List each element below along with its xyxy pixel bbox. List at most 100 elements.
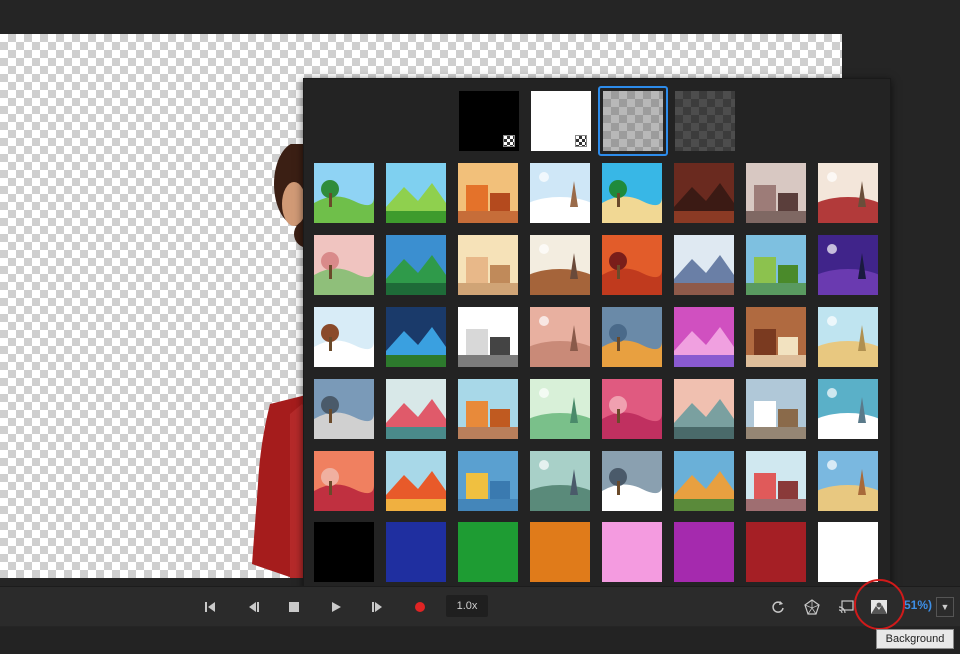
scene-thumbnail: [602, 451, 662, 511]
background-tooltip: Background: [876, 629, 954, 649]
solid-color-option[interactable]: [530, 522, 590, 582]
cast-icon[interactable]: [836, 597, 856, 617]
transparent-dark-option[interactable]: [675, 91, 735, 151]
scene-thumbnail: [314, 307, 374, 367]
scene-thumbnail: [818, 307, 878, 367]
scene-snow-cabin[interactable]: [314, 307, 374, 367]
background-picker-panel: [303, 78, 891, 590]
scene-snow-mountains[interactable]: [818, 379, 878, 439]
scene-winter-park[interactable]: [530, 163, 590, 223]
solid-color-option[interactable]: [386, 522, 446, 582]
white-background-option[interactable]: [531, 91, 591, 151]
scene-green-hills[interactable]: [746, 235, 806, 295]
scene-photo-studio[interactable]: [458, 307, 518, 367]
scene-thumbnail: [458, 451, 518, 511]
scene-harbor-boat[interactable]: [314, 379, 374, 439]
step-forward-icon[interactable]: [368, 597, 388, 617]
scene-living-room[interactable]: [530, 235, 590, 295]
scene-office-desk[interactable]: [674, 235, 734, 295]
scene-pine-valley[interactable]: [386, 235, 446, 295]
scene-thumbnail: [386, 235, 446, 295]
scene-thumbnail: [602, 379, 662, 439]
scene-thumbnail: [530, 163, 590, 223]
background-type-row: [304, 79, 890, 156]
zoom-level: 51%): [904, 598, 933, 612]
scene-city-autumn[interactable]: [602, 307, 662, 367]
highlight-circle: [854, 579, 905, 630]
scene-rocky-cave[interactable]: [674, 163, 734, 223]
scene-thumbnail: [602, 235, 662, 295]
scene-thumbnail: [458, 379, 518, 439]
scene-brick-cafe[interactable]: [818, 163, 878, 223]
scene-thumbnail: [674, 235, 734, 295]
scene-thumbnail: [602, 163, 662, 223]
scene-pink-dreamscape[interactable]: [674, 307, 734, 367]
scene-thumbnail: [674, 451, 734, 511]
scene-cherry-tree[interactable]: [386, 379, 446, 439]
scene-thumbnail: [818, 451, 878, 511]
solid-color-option[interactable]: [314, 522, 374, 582]
scene-thumbnail: [674, 379, 734, 439]
scene-river-town[interactable]: [458, 451, 518, 511]
scene-mesa-desert[interactable]: [458, 379, 518, 439]
scene-coastal-tree[interactable]: [674, 379, 734, 439]
solid-color-option[interactable]: [602, 522, 662, 582]
scene-road-valley[interactable]: [530, 451, 590, 511]
scene-thumbnail: [746, 163, 806, 223]
step-back-icon[interactable]: [243, 597, 263, 617]
scene-thumbnail: [674, 163, 734, 223]
stop-icon[interactable]: [284, 597, 304, 617]
scene-farmhouse[interactable]: [818, 451, 878, 511]
record-icon[interactable]: [410, 597, 430, 617]
scene-forest-path[interactable]: [314, 163, 374, 223]
scene-thumbnail: [386, 307, 446, 367]
scene-bamboo-garden[interactable]: [314, 235, 374, 295]
playback-toolbar: 1.0x 51%) ▼: [0, 586, 960, 626]
scene-night-city[interactable]: [818, 235, 878, 295]
transparency-icon: [503, 135, 515, 147]
scene-stadium-lights[interactable]: [386, 307, 446, 367]
solid-color-option[interactable]: [746, 522, 806, 582]
scene-thumbnail: [314, 379, 374, 439]
scene-meadow-trees[interactable]: [386, 163, 446, 223]
scene-thumbnail: [818, 235, 878, 295]
scene-thumbnail: [386, 163, 446, 223]
scene-coral-reef[interactable]: [746, 451, 806, 511]
scene-thumbnail: [602, 307, 662, 367]
scene-red-hills[interactable]: [314, 451, 374, 511]
scene-thumbnail: [530, 307, 590, 367]
wireframe-icon[interactable]: [802, 597, 822, 617]
solid-color-option[interactable]: [818, 522, 878, 582]
scene-autumn-park[interactable]: [458, 163, 518, 223]
refresh-icon[interactable]: [768, 597, 788, 617]
solid-color-option[interactable]: [458, 522, 518, 582]
scene-playground[interactable]: [386, 451, 446, 511]
scene-old-ship[interactable]: [602, 451, 662, 511]
playback-speed-field[interactable]: 1.0x: [446, 595, 488, 617]
app-root: { "colors": { "accent": "#2d8ceb", "high…: [0, 0, 960, 654]
zoom-dropdown-icon[interactable]: ▼: [936, 597, 954, 617]
scene-tropical-island[interactable]: [602, 163, 662, 223]
scene-lighthouse[interactable]: [746, 379, 806, 439]
scene-thumbnail: [458, 235, 518, 295]
scene-thumbnail: [314, 163, 374, 223]
scene-pink-clouds[interactable]: [602, 379, 662, 439]
scene-thumbnail: [530, 451, 590, 511]
solid-color-option[interactable]: [674, 522, 734, 582]
scene-red-canyon[interactable]: [602, 235, 662, 295]
transparent-light-option[interactable]: [603, 91, 663, 151]
scene-thumbnail: [746, 307, 806, 367]
black-background-option[interactable]: [459, 91, 519, 151]
scene-thumbnail: [386, 451, 446, 511]
play-icon[interactable]: [326, 597, 346, 617]
skip-to-start-icon[interactable]: [200, 597, 220, 617]
scene-wooden-wall[interactable]: [746, 307, 806, 367]
scene-desert-cactus[interactable]: [818, 307, 878, 367]
scene-old-house[interactable]: [746, 163, 806, 223]
scene-thumbnail: [386, 379, 446, 439]
scene-arch-room[interactable]: [530, 307, 590, 367]
scene-room-interior[interactable]: [458, 235, 518, 295]
scene-thumbnail: [818, 379, 878, 439]
scene-treehouse[interactable]: [674, 451, 734, 511]
scene-green-hills-mist[interactable]: [530, 379, 590, 439]
